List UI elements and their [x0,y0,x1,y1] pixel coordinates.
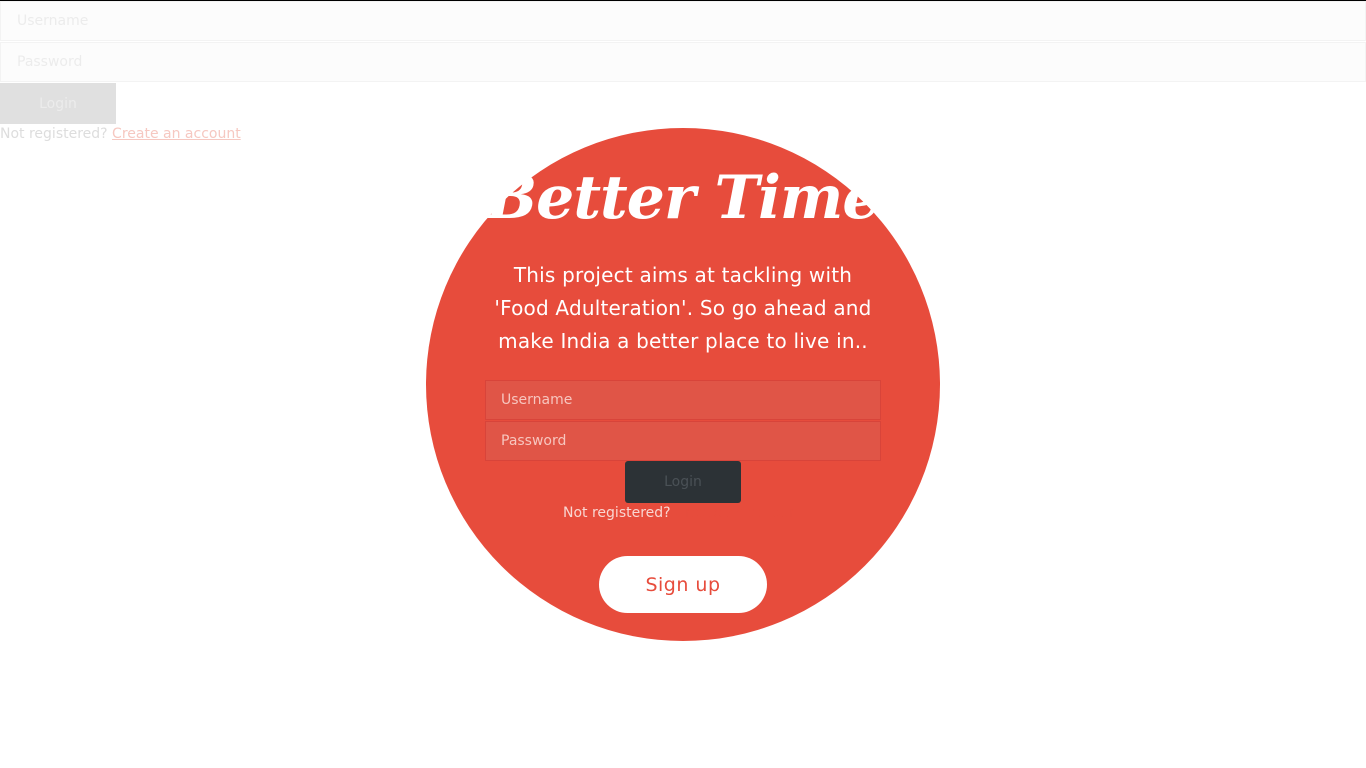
signup-button[interactable]: Sign up [599,556,767,613]
background-username-input[interactable] [0,1,1366,41]
project-tagline: This project aims at tackling with 'Food… [494,263,872,353]
username-input[interactable] [485,380,881,420]
register-prompt: Not registered? Create an account [563,505,804,521]
password-input[interactable] [485,421,881,461]
brand-title: Better Time [486,163,880,233]
background-password-input[interactable] [0,42,1366,82]
background-login-form: Login [0,0,1366,124]
login-button[interactable]: Login [625,461,741,503]
not-registered-text: Not registered? [563,505,671,521]
background-not-registered-text: Not registered? [0,126,108,142]
background-create-account-link[interactable]: Create an account [112,126,241,142]
create-account-link[interactable]: Create an account [675,505,804,521]
background-login-button[interactable]: Login [0,83,116,124]
background-register-prompt: Not registered? Create an account [0,126,241,142]
